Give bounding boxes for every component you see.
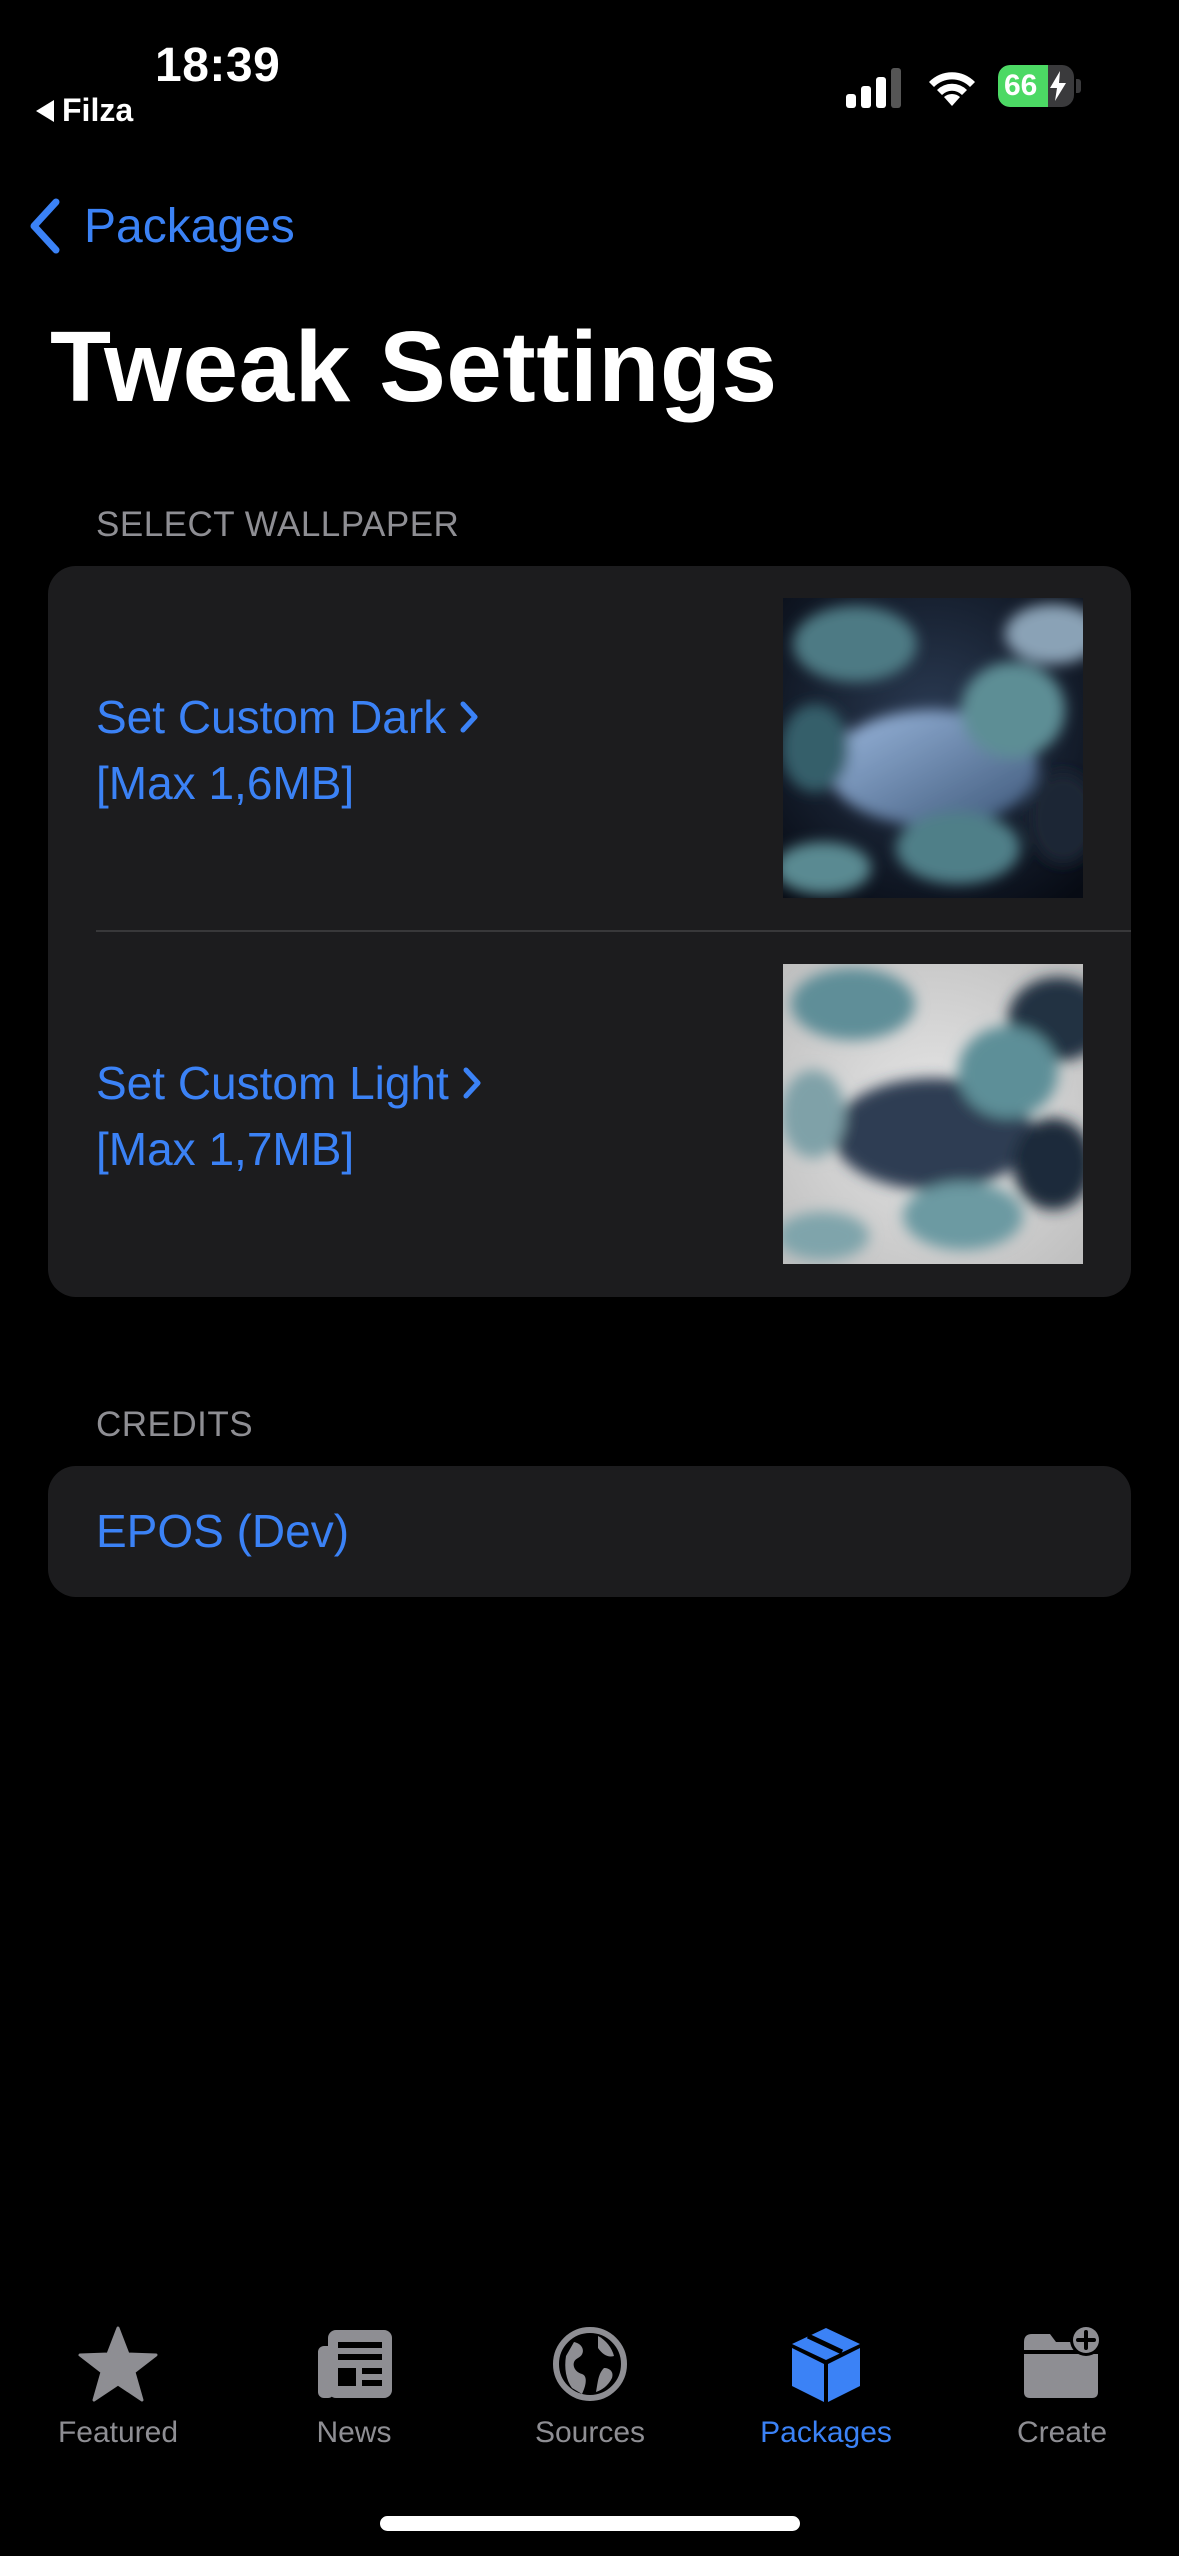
- wallpaper-group: Set Custom Dark [Max 1,6MB] Set Custom L…: [48, 566, 1131, 1297]
- credit-label: EPOS (Dev): [96, 1505, 350, 1557]
- chevron-right-icon: [463, 1067, 481, 1099]
- chevron-left-icon: [30, 198, 60, 254]
- set-custom-dark-label: Set Custom Dark: [96, 691, 447, 743]
- folder-add-icon: [1024, 2324, 1102, 2398]
- status-time: 18:39: [155, 39, 281, 92]
- tab-news-label: News: [316, 2416, 392, 2449]
- charging-bolt-icon: [1050, 71, 1066, 101]
- tab-news[interactable]: News: [236, 2324, 472, 2450]
- set-custom-light-row[interactable]: Set Custom Light [Max 1,7MB]: [48, 932, 1131, 1297]
- signal-icon: [846, 68, 901, 108]
- set-custom-dark-text: Set Custom Dark [Max 1,6MB]: [96, 684, 480, 816]
- battery-icon: 66: [998, 65, 1081, 107]
- tab-packages-label: Packages: [760, 2416, 892, 2449]
- tab-packages[interactable]: Packages: [708, 2324, 944, 2450]
- page-title: Tweak Settings: [50, 311, 778, 423]
- set-custom-light-limit: [Max 1,7MB]: [96, 1123, 355, 1175]
- set-custom-dark-row[interactable]: Set Custom Dark [Max 1,6MB]: [48, 566, 1131, 931]
- back-button-label: Packages: [84, 199, 295, 253]
- star-icon: [78, 2326, 158, 2402]
- battery-level: 66: [1004, 69, 1038, 102]
- section-header-wallpaper: SELECT WALLPAPER: [96, 505, 460, 544]
- tab-create[interactable]: Create: [944, 2324, 1179, 2450]
- tab-sources[interactable]: Sources: [472, 2324, 708, 2450]
- chevron-right-icon: [460, 701, 478, 733]
- set-custom-dark-limit: [Max 1,6MB]: [96, 757, 355, 809]
- credits-group: EPOS (Dev): [48, 1466, 1131, 1597]
- dark-wallpaper-thumbnail[interactable]: [783, 598, 1083, 898]
- tab-featured[interactable]: Featured: [0, 2324, 236, 2450]
- package-icon: [792, 2328, 860, 2402]
- section-header-credits: CREDITS: [96, 1405, 254, 1444]
- tab-sources-label: Sources: [534, 2416, 646, 2449]
- light-wallpaper-thumbnail[interactable]: [783, 964, 1083, 1264]
- set-custom-light-text: Set Custom Light [Max 1,7MB]: [96, 1050, 483, 1182]
- back-to-app-link[interactable]: Filza: [36, 92, 133, 129]
- back-app-label: Filza: [62, 92, 134, 128]
- back-triangle-icon: [36, 99, 54, 122]
- home-indicator[interactable]: [380, 2516, 800, 2531]
- back-button[interactable]: Packages: [26, 196, 295, 256]
- tab-featured-label: Featured: [57, 2416, 179, 2449]
- screen: 18:39 Filza 66 Packages Tweak Settings S…: [0, 0, 1179, 2556]
- newspaper-icon: [318, 2330, 392, 2398]
- tab-create-label: Create: [1016, 2416, 1108, 2449]
- credit-row-epos[interactable]: EPOS (Dev): [48, 1466, 1131, 1597]
- wifi-icon: [929, 72, 975, 106]
- set-custom-light-label: Set Custom Light: [96, 1057, 449, 1109]
- globe-icon: [553, 2327, 627, 2401]
